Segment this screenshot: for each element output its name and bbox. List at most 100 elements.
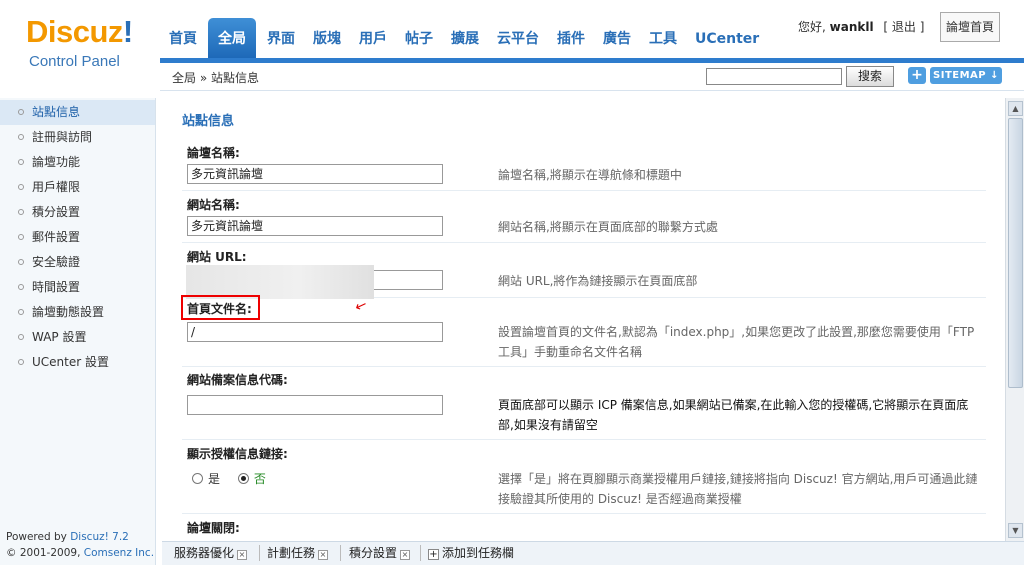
site-name-label: 網站名稱: <box>187 198 240 212</box>
header: Discuz! Control Panel 首頁 全局 界面 版塊 用戶 帖子 … <box>0 0 1024 98</box>
task-server-optimize[interactable]: 服務器優化 × <box>174 544 248 562</box>
row-icp: 網站備案信息代碼: 頁面底部可以顯示 ICP 備案信息,如果網站已備案,在此輸入… <box>182 371 986 441</box>
close-icon[interactable]: × <box>318 550 329 560</box>
plus-icon: + <box>428 549 439 560</box>
sidebar-item-site-info[interactable]: 站點信息 <box>0 100 155 125</box>
task-scheduled[interactable]: 計劃任務 × <box>267 544 329 562</box>
bullet-icon <box>18 284 24 290</box>
sidebar-item-label: 用戶權限 <box>32 180 81 194</box>
row-index-file: 首頁文件名: / 設置論壇首頁的文件名,默認為「index.php」,如果您更改… <box>182 298 986 368</box>
sidebar-item-security[interactable]: 安全驗證 <box>0 250 155 275</box>
user-box: 您好, wankll [ 退出 ] <box>798 18 924 35</box>
sidebar-item-label: WAP 設置 <box>32 330 87 344</box>
tab-ucenter[interactable]: UCenter <box>686 18 768 58</box>
close-icon[interactable]: × <box>237 550 248 560</box>
vertical-scrollbar[interactable]: ▲ ▼ <box>1005 98 1024 541</box>
sidebar-item-ucenter[interactable]: UCenter 設置 <box>0 350 155 375</box>
forum-name-hint: 論壇名稱,將顯示在導航條和標題中 <box>498 168 682 182</box>
annotation-highlight-box <box>181 295 260 320</box>
row-divider <box>182 439 986 440</box>
sidebar-item-credits[interactable]: 積分設置 <box>0 200 155 225</box>
bullet-icon <box>18 334 24 340</box>
forum-name-input[interactable]: 多元資訊論壇 <box>187 164 443 184</box>
radio-no[interactable] <box>237 473 249 484</box>
logo-brand: Discuz! <box>26 14 133 50</box>
bullet-icon <box>18 134 24 140</box>
tab-global[interactable]: 全局 <box>208 18 256 58</box>
radio-no-label: 否 <box>253 472 266 486</box>
bullet-icon <box>18 234 24 240</box>
powered-prefix: Powered by <box>6 531 71 543</box>
tab-ads[interactable]: 廣告 <box>594 18 640 58</box>
sidebar-item-time[interactable]: 時間設置 <box>0 275 155 300</box>
sidebar-item-mail[interactable]: 郵件設置 <box>0 225 155 250</box>
sidebar-item-label: 論壇動態設置 <box>32 305 105 319</box>
task-label: 積分設置 <box>349 546 398 560</box>
index-file-input[interactable]: / <box>187 322 443 342</box>
sidebar-footer: Powered by Discuz! 7.2 © 2001-2009, Coms… <box>6 529 154 561</box>
tab-extensions[interactable]: 擴展 <box>442 18 488 58</box>
bullet-icon <box>18 109 24 115</box>
forum-home-button[interactable]: 論壇首頁 <box>940 12 1000 42</box>
sidebar-item-label: 時間設置 <box>32 280 81 294</box>
username: wankll <box>829 20 874 34</box>
copyright-brand-link[interactable]: Comsenz Inc. <box>84 547 154 559</box>
logo-brand-bang: ! <box>122 14 133 49</box>
sitemap-button[interactable]: SITEMAP ↓ <box>930 67 1002 84</box>
tab-plugins[interactable]: 插件 <box>548 18 594 58</box>
search-input[interactable] <box>706 68 842 85</box>
sidebar-menu: 站點信息 註冊與訪問 論壇功能 用戶權限 積分設置 郵件設置 安全驗證 時間設置… <box>0 100 155 375</box>
row-license-link: 顯示授權信息鏈接: 是 否 選擇「是」將在頁腳顯示商業授權用戶鏈接,鏈接將指向 … <box>182 443 986 515</box>
powered-brand-link[interactable]: Discuz! 7.2 <box>70 531 129 543</box>
search-button[interactable]: 搜索 <box>846 66 894 87</box>
tab-forums[interactable]: 版塊 <box>304 18 350 58</box>
forum-name-label: 論壇名稱: <box>187 146 240 160</box>
main-content: 站點信息 論壇名稱: 多元資訊論壇 論壇名稱,將顯示在導航條和標題中 網站名稱:… <box>162 98 1005 541</box>
bullet-icon <box>18 159 24 165</box>
logo[interactable]: Discuz! Control Panel <box>0 0 160 95</box>
tab-posts[interactable]: 帖子 <box>396 18 442 58</box>
section-title: 站點信息 <box>182 114 235 129</box>
icp-input[interactable] <box>187 395 443 415</box>
breadcrumb-bar: 全局 » 站點信息 搜索 + SITEMAP ↓ <box>160 63 1024 91</box>
tab-home[interactable]: 首頁 <box>160 18 206 58</box>
tab-tools[interactable]: 工具 <box>640 18 686 58</box>
top-navigation: 首頁 全局 界面 版塊 用戶 帖子 擴展 云平台 插件 廣告 工具 UCente… <box>160 16 768 58</box>
logout-link[interactable]: [ 退出 ] <box>883 20 924 34</box>
tab-interface[interactable]: 界面 <box>258 18 304 58</box>
scroll-down-icon[interactable]: ▼ <box>1008 523 1023 538</box>
radio-yes[interactable] <box>192 473 203 484</box>
site-name-input[interactable]: 多元資訊論壇 <box>187 216 443 236</box>
sidebar-item-user-permissions[interactable]: 用戶權限 <box>0 175 155 200</box>
index-file-hint: 設置論壇首頁的文件名,默認為「index.php」,如果您更改了此設置,那麼您需… <box>498 325 975 359</box>
sidebar-item-registration[interactable]: 註冊與訪問 <box>0 125 155 150</box>
tab-cloud-platform[interactable]: 云平台 <box>488 18 548 58</box>
row-divider <box>182 242 986 243</box>
sidebar-item-wap[interactable]: WAP 設置 <box>0 325 155 350</box>
bullet-icon <box>18 309 24 315</box>
site-url-hint: 網站 URL,將作為鏈接顯示在頁面底部 <box>498 274 698 288</box>
task-label: 計劃任務 <box>267 546 316 560</box>
task-credits[interactable]: 積分設置 × <box>349 544 411 562</box>
sidebar-item-label: 安全驗證 <box>32 255 81 269</box>
copyright-prefix: © 2001-2009, <box>6 547 84 559</box>
license-link-hint: 選擇「是」將在頁腳顯示商業授權用戶鏈接,鏈接將指向 Discuz! 官方網站,用… <box>498 472 978 506</box>
sidebar-item-forum-features[interactable]: 論壇功能 <box>0 150 155 175</box>
close-icon[interactable]: × <box>400 550 411 560</box>
scroll-thumb[interactable] <box>1008 118 1023 388</box>
tab-users[interactable]: 用戶 <box>350 18 396 58</box>
sidebar-item-forum-feed[interactable]: 論壇動態設置 <box>0 300 155 325</box>
license-link-radios: 是 否 <box>192 470 280 487</box>
task-label: 服務器優化 <box>174 546 235 560</box>
add-shortcut-button[interactable]: + <box>908 67 926 84</box>
forum-close-label: 論壇關閉: <box>187 521 240 535</box>
task-divider <box>259 545 260 561</box>
site-name-hint: 網站名稱,將顯示在頁面底部的聯繫方式處 <box>498 220 718 234</box>
scroll-up-icon[interactable]: ▲ <box>1008 101 1023 116</box>
site-url-label: 網站 URL: <box>187 250 247 264</box>
task-divider <box>340 545 341 561</box>
breadcrumb: 全局 » 站點信息 <box>172 71 259 85</box>
redacted-url-blur <box>186 265 374 299</box>
add-to-taskbar-button[interactable]: + 添加到任務欄 <box>428 544 514 562</box>
sidebar-item-label: 註冊與訪問 <box>32 130 93 144</box>
